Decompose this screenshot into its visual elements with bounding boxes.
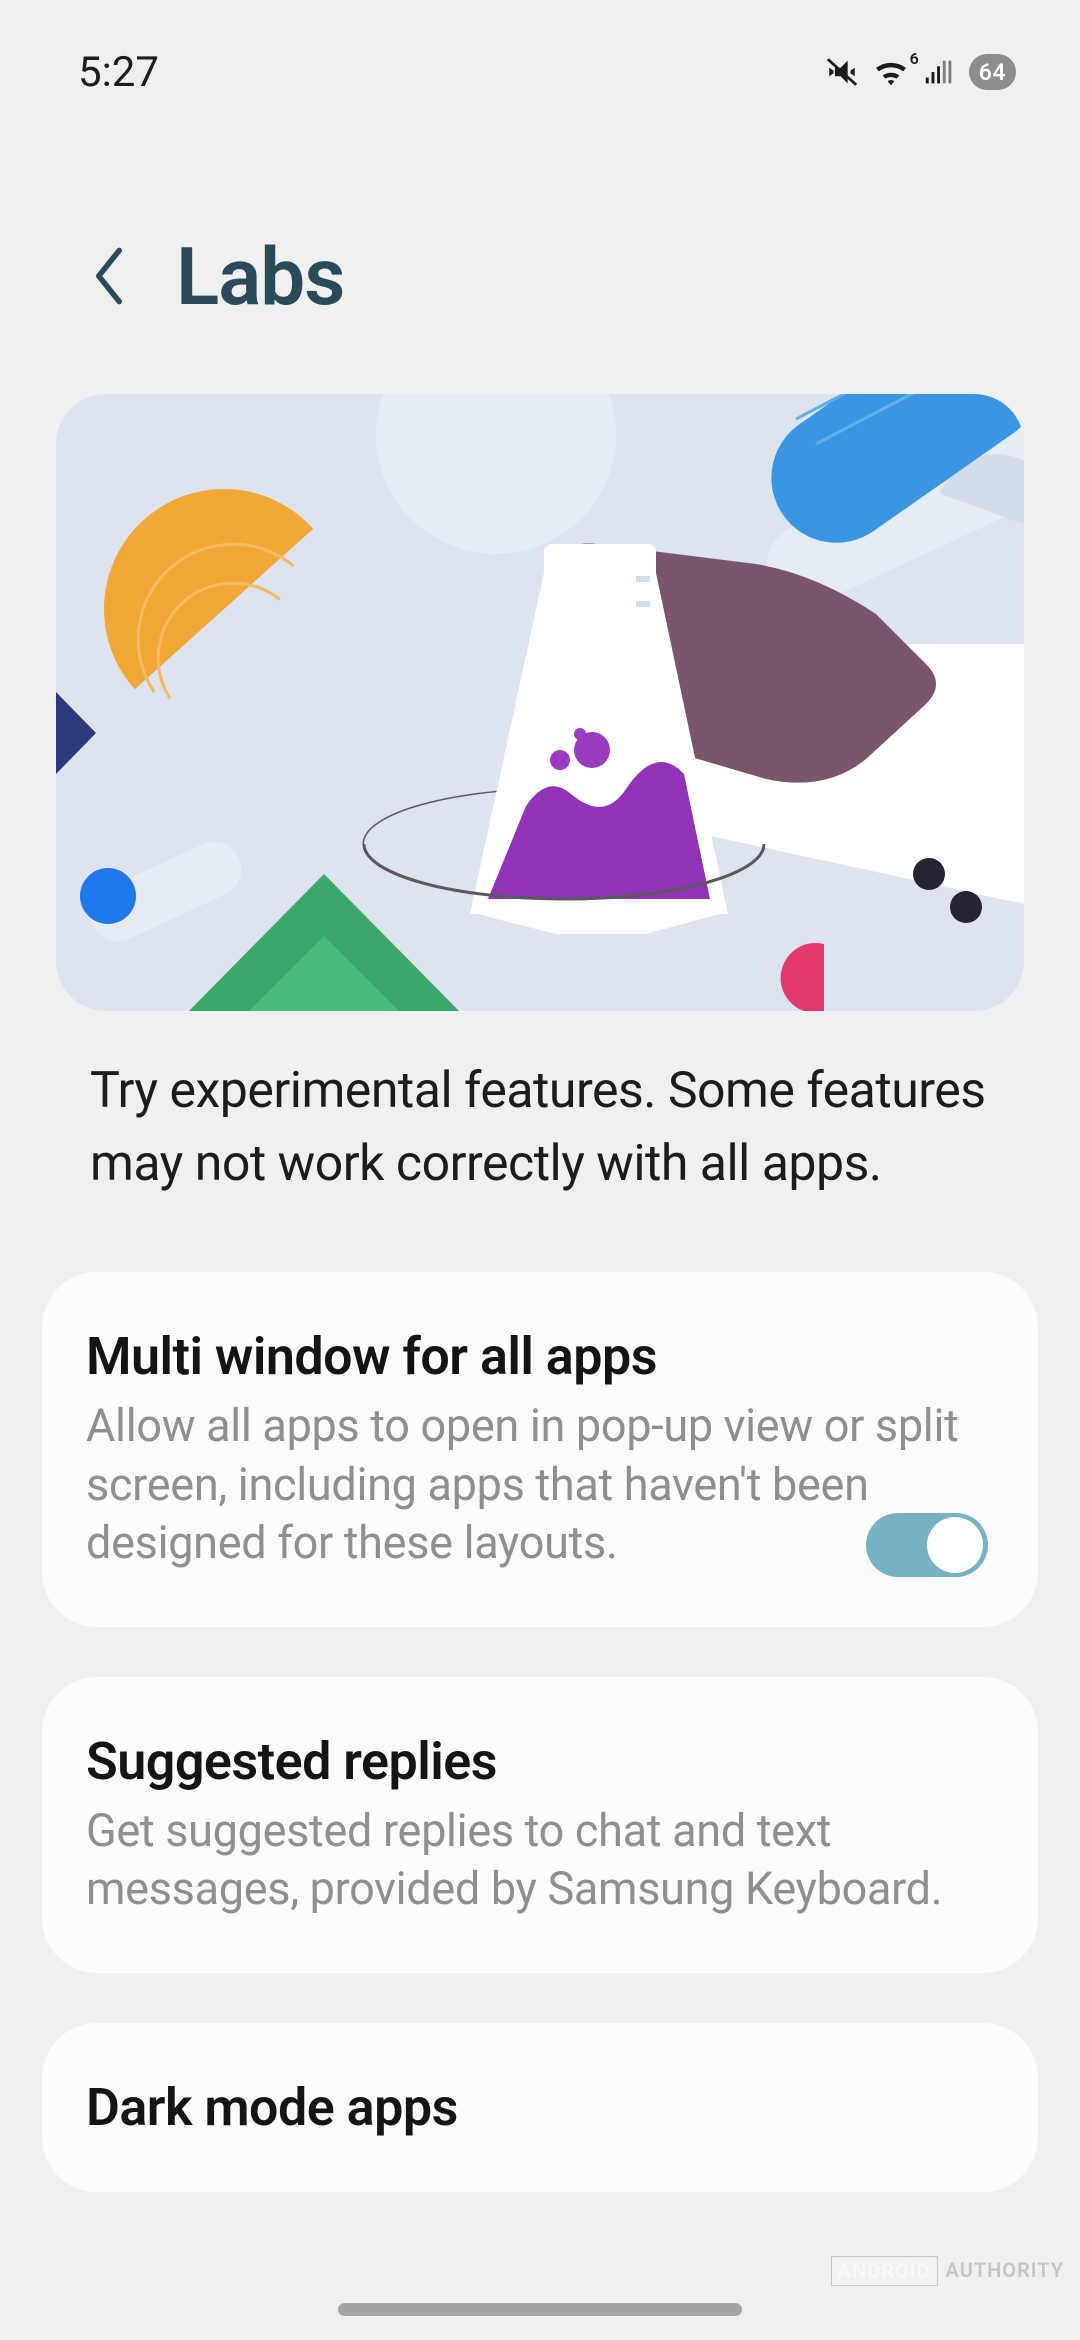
setting-description: Allow all apps to open in pop-up view or…: [86, 1397, 994, 1573]
header: Labs: [0, 110, 1080, 364]
setting-title: Dark mode apps: [86, 2077, 994, 2138]
watermark-text: ANDROID: [831, 2256, 938, 2286]
intro-text: Try experimental features. Some features…: [90, 1055, 990, 1200]
setting-multi-window[interactable]: Multi window for all apps Allow all apps…: [42, 1272, 1038, 1627]
status-bar: 5:27 6 64: [0, 0, 1080, 110]
toggle-knob-icon: [927, 1517, 983, 1573]
watermark: ANDROID AUTHORITY: [831, 2256, 1066, 2286]
back-button[interactable]: [74, 242, 144, 312]
setting-dark-mode-apps[interactable]: Dark mode apps: [42, 2023, 1038, 2192]
signal-icon: [923, 55, 957, 89]
setting-description: Get suggested replies to chat and text m…: [86, 1802, 994, 1919]
wifi-icon: 6: [871, 55, 911, 89]
setting-title: Multi window for all apps: [86, 1326, 994, 1387]
labs-illustration: [56, 394, 1024, 1011]
battery-indicator: 64: [969, 54, 1016, 90]
status-icons: 6 64: [825, 54, 1016, 90]
mute-vibrate-icon: [825, 55, 859, 89]
chevron-left-icon: [91, 247, 127, 308]
page-title: Labs: [176, 230, 344, 324]
status-time: 5:27: [78, 48, 159, 97]
watermark-text: AUTHORITY: [944, 2256, 1066, 2286]
setting-title: Suggested replies: [86, 1731, 994, 1792]
navigation-handle[interactable]: [338, 2303, 742, 2316]
setting-suggested-replies[interactable]: Suggested replies Get suggested replies …: [42, 1677, 1038, 1973]
toggle-switch[interactable]: [866, 1513, 988, 1577]
